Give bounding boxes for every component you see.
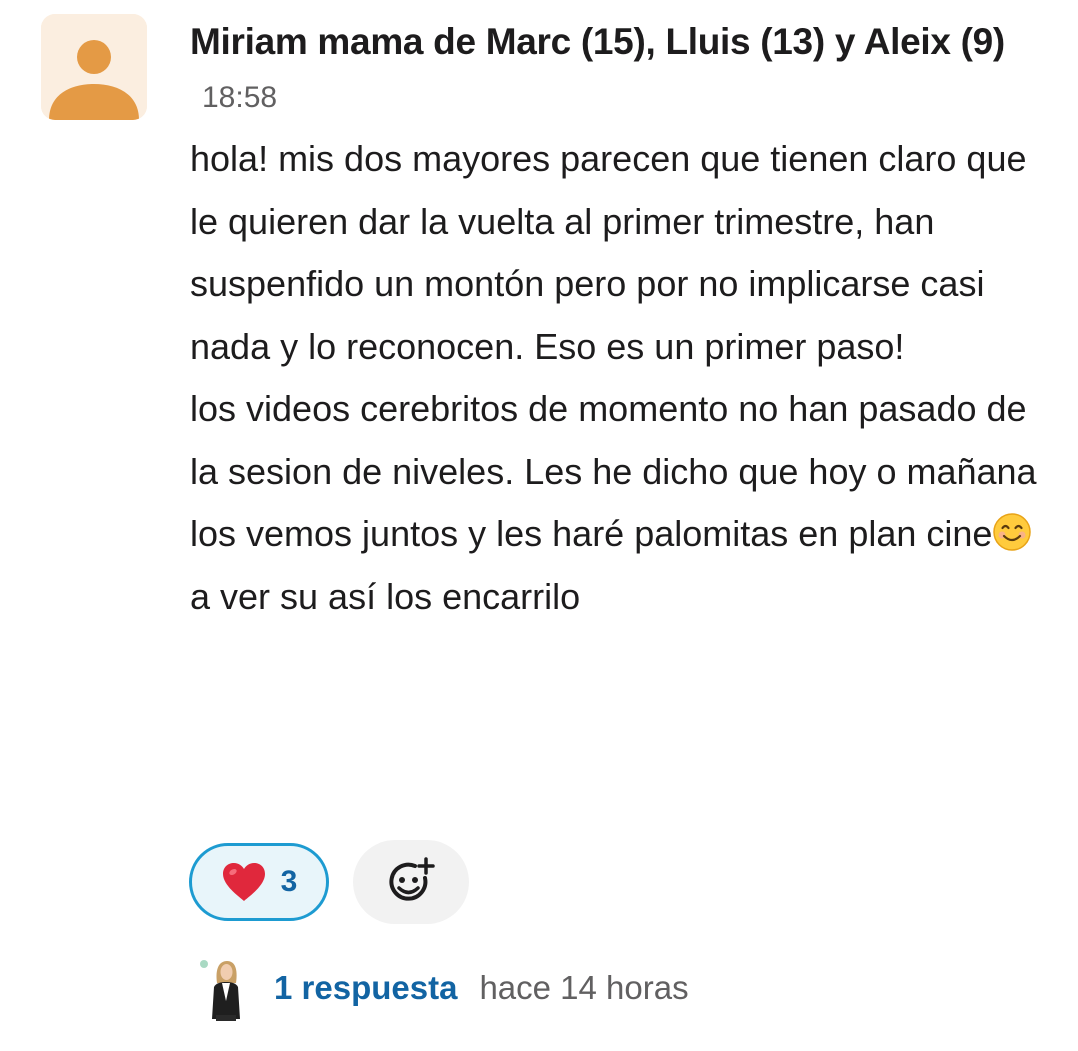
message-text: a ver su así los encarrilo <box>190 575 581 617</box>
message-text: los videos cerebritos de momento no han … <box>190 388 1037 554</box>
message-container: Miriam mama de Marc (15), Lluis (13) y A… <box>190 14 1050 628</box>
thread-summary[interactable]: 1 respuesta hace 14 horas <box>196 955 689 1021</box>
user-avatar[interactable] <box>41 14 147 120</box>
reactions-bar: 3 <box>189 840 469 924</box>
add-emoji-icon <box>389 857 435 901</box>
sender-name[interactable]: Miriam mama de Marc (15), Lluis (13) y A… <box>190 14 1050 70</box>
add-reaction-button[interactable] <box>353 840 469 924</box>
heart-icon <box>222 863 265 901</box>
message-timestamp[interactable]: 18:58 <box>202 80 1050 116</box>
reaction-count: 3 <box>280 865 298 898</box>
message-paragraph: hola! mis dos mayores parecen que tienen… <box>190 138 1027 367</box>
heart-reaction-button[interactable]: 3 <box>189 843 329 921</box>
message-body: hola! mis dos mayores parecen que tienen… <box>190 128 1050 628</box>
reply-count-link[interactable]: 1 respuesta <box>274 969 457 1007</box>
smiling-face-emoji <box>993 513 1032 551</box>
user-silhouette-icon <box>41 14 147 120</box>
message-paragraph: los videos cerebritos de momento no han … <box>190 378 1050 628</box>
last-reply-time: hace 14 horas <box>479 969 689 1006</box>
replier-avatar[interactable] <box>196 955 254 1021</box>
